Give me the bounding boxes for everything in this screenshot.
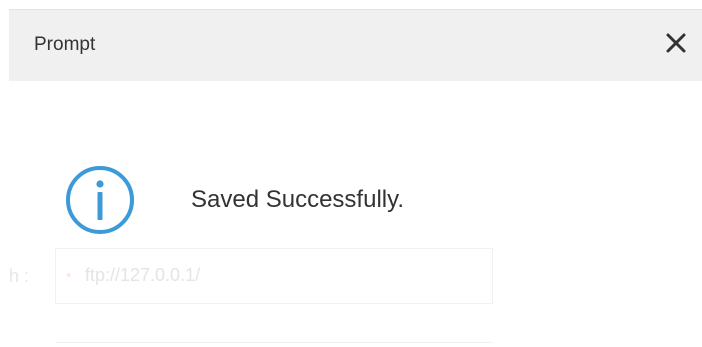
info-icon [65, 165, 135, 235]
close-icon[interactable] [663, 30, 689, 56]
background-second-input [55, 342, 493, 347]
background-field-label: h : [9, 266, 30, 286]
dialog-title: Prompt [34, 34, 96, 55]
message-text: Saved Successfully. [191, 186, 404, 213]
dialog-header: Prompt [9, 9, 702, 81]
background-path-value: ftp://127.0.0.1/ [85, 265, 201, 285]
background-path-input: * ftp://127.0.0.1/ [55, 248, 493, 304]
page: h : * ftp://127.0.0.1/ Prompt Saved Succ… [0, 0, 702, 347]
required-mark: * [66, 269, 72, 285]
